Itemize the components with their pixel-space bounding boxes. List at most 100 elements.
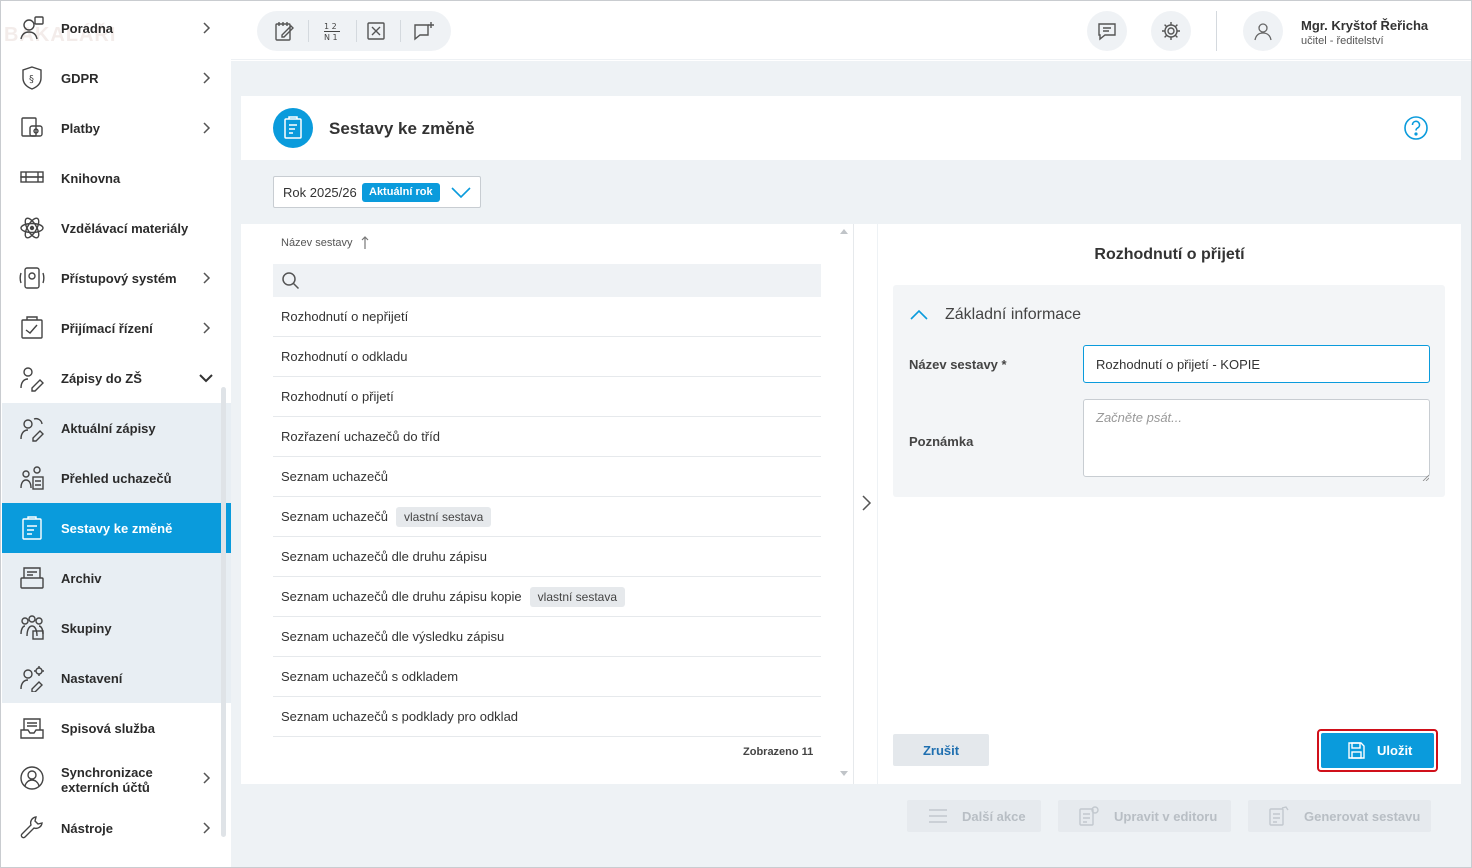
user-name[interactable]: Mgr. Kryštof Řeřicha bbox=[1301, 18, 1428, 33]
sidebar-item-vzdelavaci-materialy[interactable]: Vzdělávací materiály bbox=[2, 203, 231, 253]
person-gear-icon bbox=[18, 664, 46, 693]
column-header-name[interactable]: Název sestavy bbox=[281, 237, 353, 249]
scroll-down-arrow[interactable] bbox=[840, 771, 848, 776]
resize-handle-icon[interactable] bbox=[1422, 469, 1430, 482]
list-item[interactable]: Rozhodnutí o odkladu bbox=[273, 337, 821, 377]
help-icon[interactable] bbox=[1403, 115, 1429, 141]
cancel-button[interactable]: Zrušit bbox=[893, 734, 989, 766]
report-name: Seznam uchazečů dle druhu zápisu kopie bbox=[281, 589, 522, 604]
list-item[interactable]: Seznam uchazečů bbox=[273, 457, 821, 497]
svg-text:1 2: 1 2 bbox=[324, 22, 337, 31]
year-select[interactable]: Rok 2025/26 Aktuální rok bbox=[273, 176, 481, 208]
sidebar-item-archiv[interactable]: Archiv bbox=[2, 553, 231, 603]
report-name: Rozhodnutí o nepřijetí bbox=[281, 309, 409, 324]
user-icon bbox=[1254, 23, 1272, 41]
more-actions-button[interactable]: Další akce bbox=[907, 800, 1041, 832]
report-name: Seznam uchazečů bbox=[281, 509, 388, 524]
custom-report-tag: vlastní sestava bbox=[529, 586, 626, 607]
sidebar-item-platby[interactable]: Platby bbox=[2, 103, 231, 153]
chevron-down-icon bbox=[450, 184, 472, 200]
sidebar-item-knihovna[interactable]: Knihovna bbox=[2, 153, 231, 203]
sidebar-item-skupiny[interactable]: Skupiny bbox=[2, 603, 231, 653]
people-list-icon bbox=[18, 464, 46, 492]
list-item[interactable]: Seznam uchazečů s odkladem bbox=[273, 657, 821, 697]
report-name: Rozřazení uchazečů do tříd bbox=[281, 429, 440, 444]
avatar[interactable] bbox=[1243, 11, 1283, 51]
chat-icon bbox=[1098, 23, 1116, 41]
list-item[interactable]: Seznam uchazečů dle výsledku zápisu bbox=[273, 617, 821, 657]
top-bar: 1 2N 1 Mgr. Kryštof Řeřicha učitel - řed… bbox=[231, 2, 1471, 60]
scroll-up-arrow[interactable] bbox=[840, 229, 848, 234]
page-title: Sestavy ke změně bbox=[329, 119, 475, 138]
detail-title: Rozhodnutí o přijetí bbox=[1094, 246, 1245, 263]
wallet-icon bbox=[18, 114, 46, 142]
sidebar-item-nastaveni[interactable]: Nastavení bbox=[2, 653, 231, 703]
document-print-icon bbox=[1269, 806, 1289, 826]
report-name-input[interactable] bbox=[1083, 345, 1430, 383]
report-name: Seznam uchazečů s podklady pro odklad bbox=[281, 709, 519, 724]
sidebar-item-poradna[interactable]: Poradna bbox=[2, 3, 231, 53]
search-icon bbox=[282, 272, 300, 290]
list-item[interactable]: Rozhodnutí o přijetí bbox=[273, 377, 821, 417]
report-name: Seznam uchazečů dle druhu zápisu bbox=[281, 549, 487, 564]
generate-report-button[interactable]: Generovat sestavu bbox=[1248, 800, 1431, 832]
note-textarea[interactable] bbox=[1083, 399, 1430, 477]
settings-button[interactable] bbox=[1151, 11, 1191, 51]
document-check-icon bbox=[18, 314, 46, 342]
chevron-right-icon bbox=[198, 820, 214, 836]
report-edit-icon bbox=[273, 108, 313, 148]
gear-icon bbox=[1162, 22, 1180, 40]
current-year-badge: Aktuální rok bbox=[362, 183, 440, 202]
save-button[interactable]: Uložit bbox=[1321, 733, 1434, 768]
report-edit-icon bbox=[18, 514, 46, 542]
message-add-icon[interactable] bbox=[412, 19, 436, 43]
sidebar-item-zapisy-do-zs[interactable]: Zápisy do ZŠ bbox=[2, 353, 231, 403]
sort-ascending-icon[interactable] bbox=[361, 236, 369, 250]
edit-in-editor-button[interactable]: Upravit v editoru bbox=[1058, 800, 1231, 832]
list-item[interactable]: Seznam uchazečů dle druhu zápisu bbox=[273, 537, 821, 577]
sidebar-item-prehled-uchazecu[interactable]: Přehled uchazečů bbox=[2, 453, 231, 503]
list-item[interactable]: Rozřazení uchazečů do tříd bbox=[273, 417, 821, 457]
list-item[interactable]: Seznam uchazečů dle druhu zápisu kopie vl… bbox=[273, 577, 821, 617]
menu-icon bbox=[929, 809, 947, 823]
wrench-icon bbox=[18, 814, 46, 842]
toolbar-divider bbox=[400, 20, 401, 42]
person-question-icon bbox=[18, 14, 46, 42]
sidebar-item-synchronizace[interactable]: Synchronizace externích účtů bbox=[2, 753, 231, 803]
group-icon bbox=[18, 614, 46, 642]
sidebar-item-pristupovy-system[interactable]: Přístupový systém bbox=[2, 253, 231, 303]
chevron-right-icon bbox=[198, 320, 214, 336]
row-count: Zobrazeno 11 bbox=[743, 746, 814, 758]
numbers-icon[interactable]: 1 2N 1 bbox=[320, 19, 344, 43]
sidebar-item-gdpr[interactable]: § GDPR bbox=[2, 53, 231, 103]
sidebar-scrollbar[interactable] bbox=[221, 387, 226, 837]
access-card-icon bbox=[18, 264, 46, 292]
atom-icon bbox=[18, 214, 46, 242]
report-name: Rozhodnutí o odkladu bbox=[281, 349, 408, 364]
search-input[interactable] bbox=[273, 264, 821, 297]
chevron-up-icon[interactable] bbox=[909, 308, 929, 322]
sidebar-item-nastroje[interactable]: Nástroje bbox=[2, 803, 231, 853]
panel-toggle[interactable] bbox=[853, 224, 877, 784]
user-sync-icon bbox=[18, 764, 46, 792]
report-name: Rozhodnutí o přijetí bbox=[281, 389, 394, 404]
chevron-right-icon bbox=[198, 70, 214, 86]
notepad-edit-icon[interactable] bbox=[272, 19, 296, 43]
report-name-label: Název sestavy * bbox=[909, 357, 1007, 372]
person-pen-icon bbox=[18, 364, 46, 392]
sidebar-item-prijimaci-rizeni[interactable]: Přijímací řízení bbox=[2, 303, 231, 353]
list-item[interactable]: Rozhodnutí o nepřijetí bbox=[273, 297, 821, 337]
close-box-icon[interactable] bbox=[364, 19, 388, 43]
list-item[interactable]: Seznam uchazečů vlastní sestava bbox=[273, 497, 821, 537]
list-item[interactable]: Seznam uchazečů s podklady pro odklad bbox=[273, 697, 821, 737]
inbox-tray-icon bbox=[18, 714, 46, 742]
report-list-panel: Název sestavy Rozhodnutí o nepřijetí Rozh… bbox=[241, 224, 853, 784]
sidebar-item-spisova-sluzba[interactable]: Spisová služba bbox=[2, 703, 231, 753]
chevron-right-icon bbox=[862, 495, 872, 511]
messages-button[interactable] bbox=[1087, 11, 1127, 51]
sidebar-item-sestavy-ke-zmene[interactable]: Sestavy ke změně bbox=[2, 503, 231, 553]
section-title[interactable]: Základní informace bbox=[945, 306, 1081, 324]
person-refresh-icon bbox=[18, 414, 46, 442]
sidebar-item-aktualni-zapisy[interactable]: Aktuální zápisy bbox=[2, 403, 231, 453]
books-icon bbox=[18, 164, 46, 192]
